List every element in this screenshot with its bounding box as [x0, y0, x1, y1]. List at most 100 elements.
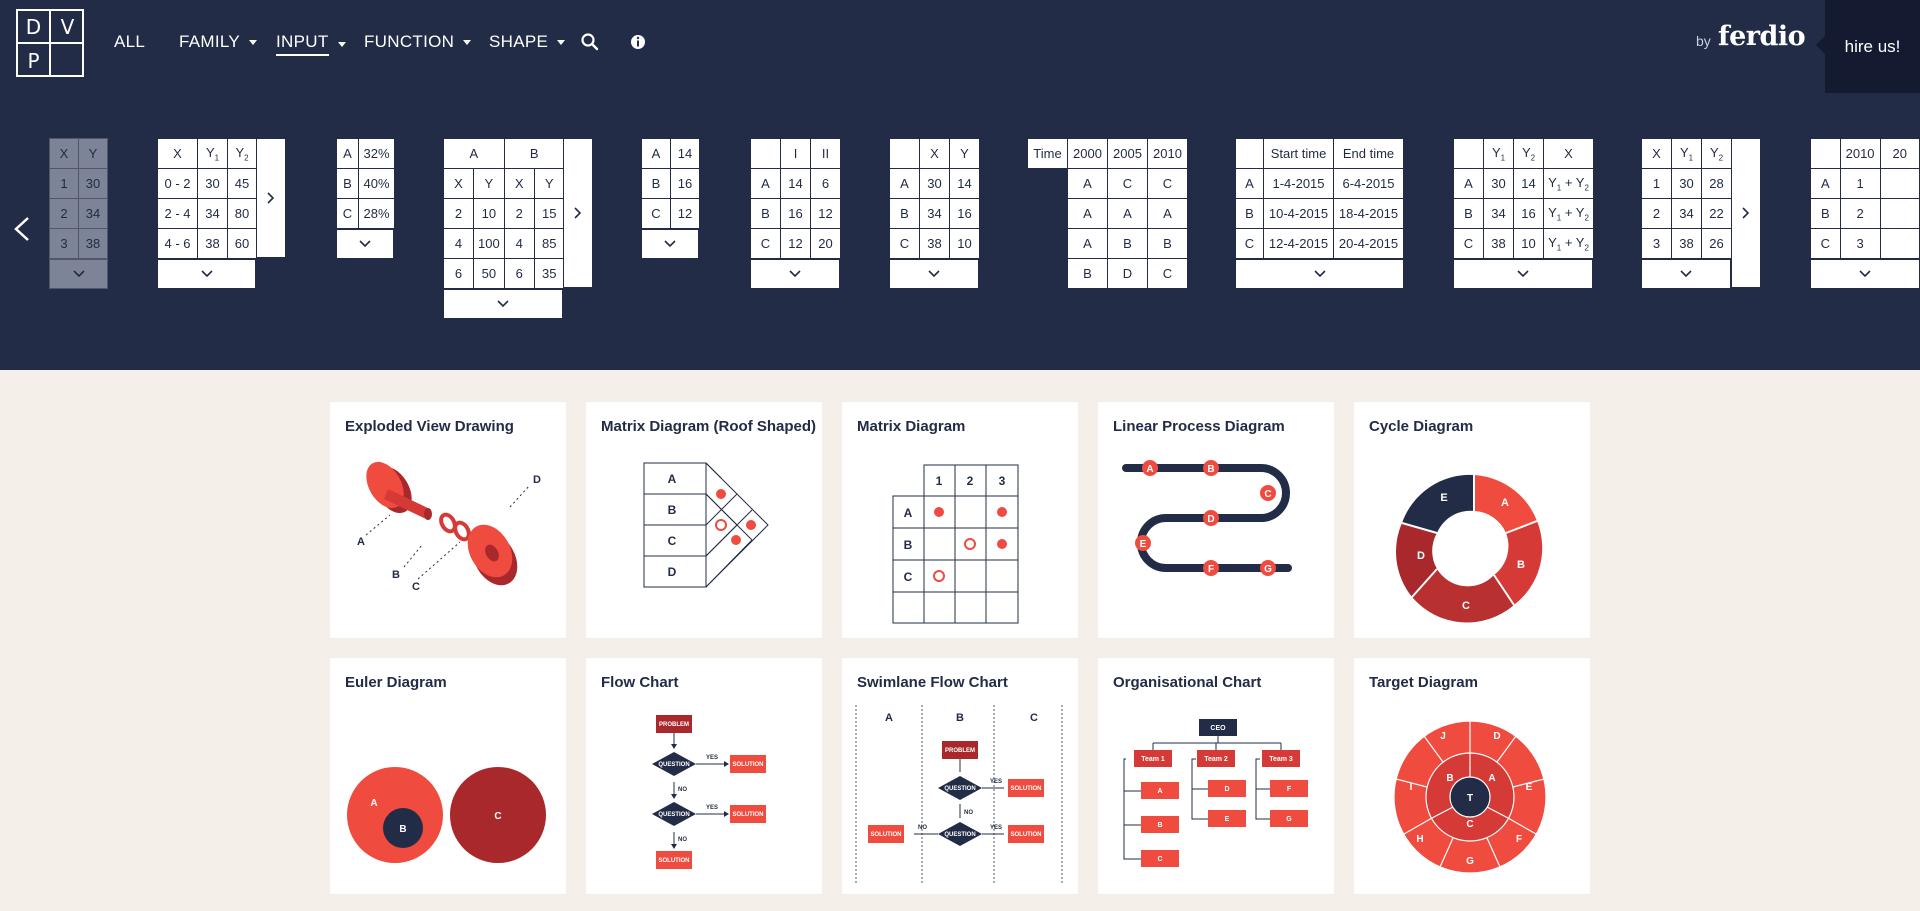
table-cell: 38	[78, 228, 108, 259]
chevron-right-icon	[574, 207, 582, 219]
card-linear-process-diagram[interactable]: Linear Process Diagram A B C D E F G	[1098, 402, 1334, 638]
card-target-diagram[interactable]: Target Diagram T A B C D E F G H I J	[1354, 658, 1590, 894]
nav-family-dropdown[interactable]: FAMILY	[179, 32, 258, 52]
caret-down-icon	[557, 39, 566, 45]
logo-letter: D	[18, 11, 51, 44]
input-option-dates[interactable]: Start time End time A 1-4-2015 6-4-2015 B 10…	[1235, 138, 1404, 289]
table-cell: I	[780, 138, 811, 169]
table-cell: Y2	[1701, 138, 1732, 169]
table-cell: 2	[503, 198, 535, 229]
nav-label: FUNCTION	[364, 32, 455, 51]
expand-rows-button[interactable]	[1810, 259, 1920, 289]
card-euler-diagram[interactable]: Euler Diagram A B C	[330, 658, 566, 894]
expand-rows-button[interactable]	[1453, 259, 1593, 289]
table-cell: 30	[1671, 168, 1702, 199]
expand-columns-button[interactable]	[256, 138, 286, 258]
input-table: AB XYXY 2 10 2 15 4 100 4 85 6 50 6 35	[443, 138, 565, 289]
diagram-label: QUESTION	[658, 812, 689, 818]
diagram-label: SOLUTION	[733, 762, 764, 768]
input-option-roman[interactable]: I II A 14 6 B 16 12 C 12 20	[750, 138, 841, 289]
input-option-time[interactable]: Time 2000 2005 2010 ACC AAA ABB BDC	[1027, 138, 1188, 289]
diagram-label: E	[1140, 539, 1147, 550]
input-option-paired[interactable]: AB XYXY 2 10 2 15 4 100 4 85 6 50 6 35	[443, 138, 593, 319]
table-cell: A	[1067, 168, 1108, 199]
chevron-down-icon	[928, 270, 940, 278]
table-cell: 12-4-2015	[1263, 228, 1334, 259]
table-cell: 4 - 6	[157, 228, 198, 259]
input-table: Y1 Y2 X A 30 14 Y1 + Y2 B 34 16 Y1 + Y2 C 38 10 Y1 …	[1453, 138, 1594, 259]
input-option-xy[interactable]: XY 1 30 2 34 3 38	[49, 138, 108, 289]
diagram-label: YES	[706, 805, 718, 811]
card-cycle-diagram[interactable]: Cycle Diagram A B C D E	[1354, 402, 1590, 638]
input-option-y1y2x[interactable]: Y1 Y2 X A 30 14 Y1 + Y2 B 34 16 Y1 + Y2 C 38 10 Y1 …	[1453, 138, 1594, 289]
card-matrix-diagram-roof[interactable]: Matrix Diagram (Roof Shaped) A B C D	[586, 402, 822, 638]
card-matrix-diagram[interactable]: Matrix Diagram 1 2 3 A B C	[842, 402, 1078, 638]
input-option-percent[interactable]: A 32% B 40% C 28%	[336, 138, 395, 259]
caret-down-icon	[249, 39, 258, 45]
card-swimlane-flow-chart[interactable]: Swimlane Flow Chart A B C PROBLEM QUESTI…	[842, 658, 1078, 894]
nav-function-dropdown[interactable]: FUNCTION	[364, 32, 472, 52]
table-cell: 12	[810, 198, 841, 229]
table-cell	[889, 138, 920, 169]
nav-input-dropdown[interactable]: INPUT	[276, 32, 346, 56]
diagram-label: E	[1440, 492, 1447, 504]
chevron-down-icon	[1313, 270, 1326, 278]
diagram-label: D	[1207, 514, 1214, 525]
table-cell: B	[336, 168, 359, 199]
table-cell: 10-4-2015	[1263, 198, 1334, 229]
card-exploded-view-drawing[interactable]: Exploded View Drawing A B C D	[330, 402, 566, 638]
expand-rows-button[interactable]	[1235, 259, 1404, 289]
diagram-label: A	[370, 798, 377, 809]
diagram-label: SOLUTION	[733, 812, 764, 818]
expand-rows-button[interactable]	[1641, 259, 1731, 289]
diagram-label: F	[1516, 834, 1522, 845]
exploded-view-drawing-illustration: A B C D	[357, 461, 541, 593]
expand-rows-button[interactable]	[49, 259, 108, 289]
input-option-years[interactable]: 2010 20 A1 B2 C3	[1810, 138, 1920, 289]
table-cell: 35	[533, 258, 565, 289]
input-option-xy-labels[interactable]: XY A 30 14 B 34 16 C 38 10	[889, 138, 980, 289]
expand-rows-button[interactable]	[157, 259, 256, 289]
chevron-left-icon[interactable]	[8, 214, 38, 244]
expand-rows-button[interactable]	[336, 229, 394, 259]
table-cell: 38	[197, 228, 228, 259]
hire-us-button[interactable]: hire us!	[1816, 0, 1920, 93]
expand-rows-button[interactable]	[889, 259, 979, 289]
nav-all[interactable]: ALL	[114, 32, 145, 52]
table-cell: 14	[949, 168, 980, 199]
diagram-label: C	[904, 570, 913, 584]
input-option-values[interactable]: A 14 B 16 C 12	[641, 138, 700, 259]
input-option-x-y1-y2[interactable]: X Y1 Y2 1 30 28 2 34 22 3 38 26	[1641, 138, 1761, 289]
table-cell: A	[1107, 198, 1148, 229]
roof-matrix-illustration: A B C D	[643, 462, 769, 588]
input-table: A 32% B 40% C 28%	[336, 138, 395, 229]
input-option-ranges[interactable]: X Y1 Y2 0 - 2 30 45 2 - 4 34 80 4 - 6 38 60	[157, 138, 286, 289]
table-cell: C	[1235, 228, 1264, 259]
info-icon[interactable]	[628, 32, 648, 52]
diagram-label: 2	[967, 474, 974, 488]
table-cell: 2 - 4	[157, 198, 198, 229]
card-organisational-chart[interactable]: Organisational Chart CEO Team 1 Team 2 T…	[1098, 658, 1334, 894]
ferdio-logo[interactable]: ferdio	[1718, 21, 1806, 52]
diagram-label: QUESTION	[944, 786, 975, 792]
table-cell: X	[1641, 138, 1672, 169]
card-flow-chart[interactable]: Flow Chart PROBLEM QUESTION SOLUTION QUE…	[586, 658, 822, 894]
table-cell: 6	[443, 258, 474, 289]
table-cell: 50	[473, 258, 505, 289]
expand-rows-button[interactable]	[443, 289, 563, 319]
nav-shape-dropdown[interactable]: SHAPE	[489, 32, 566, 52]
expand-columns-button[interactable]	[1731, 138, 1761, 288]
table-cell: 28%	[358, 198, 395, 229]
expand-columns-button[interactable]	[563, 138, 593, 288]
table-cell	[1810, 138, 1841, 169]
diagram-label: B	[1157, 822, 1162, 829]
table-cell: 45	[227, 168, 257, 199]
table-cell: 14	[670, 138, 700, 169]
diagram-label: B	[668, 503, 677, 517]
expand-rows-button[interactable]	[750, 259, 840, 289]
nav-label: INPUT	[276, 32, 329, 56]
table-cell: 6-4-2015	[1333, 168, 1404, 199]
search-icon[interactable]	[580, 32, 600, 52]
expand-rows-button[interactable]	[641, 229, 699, 259]
dvp-logo[interactable]: D V P	[16, 9, 84, 77]
